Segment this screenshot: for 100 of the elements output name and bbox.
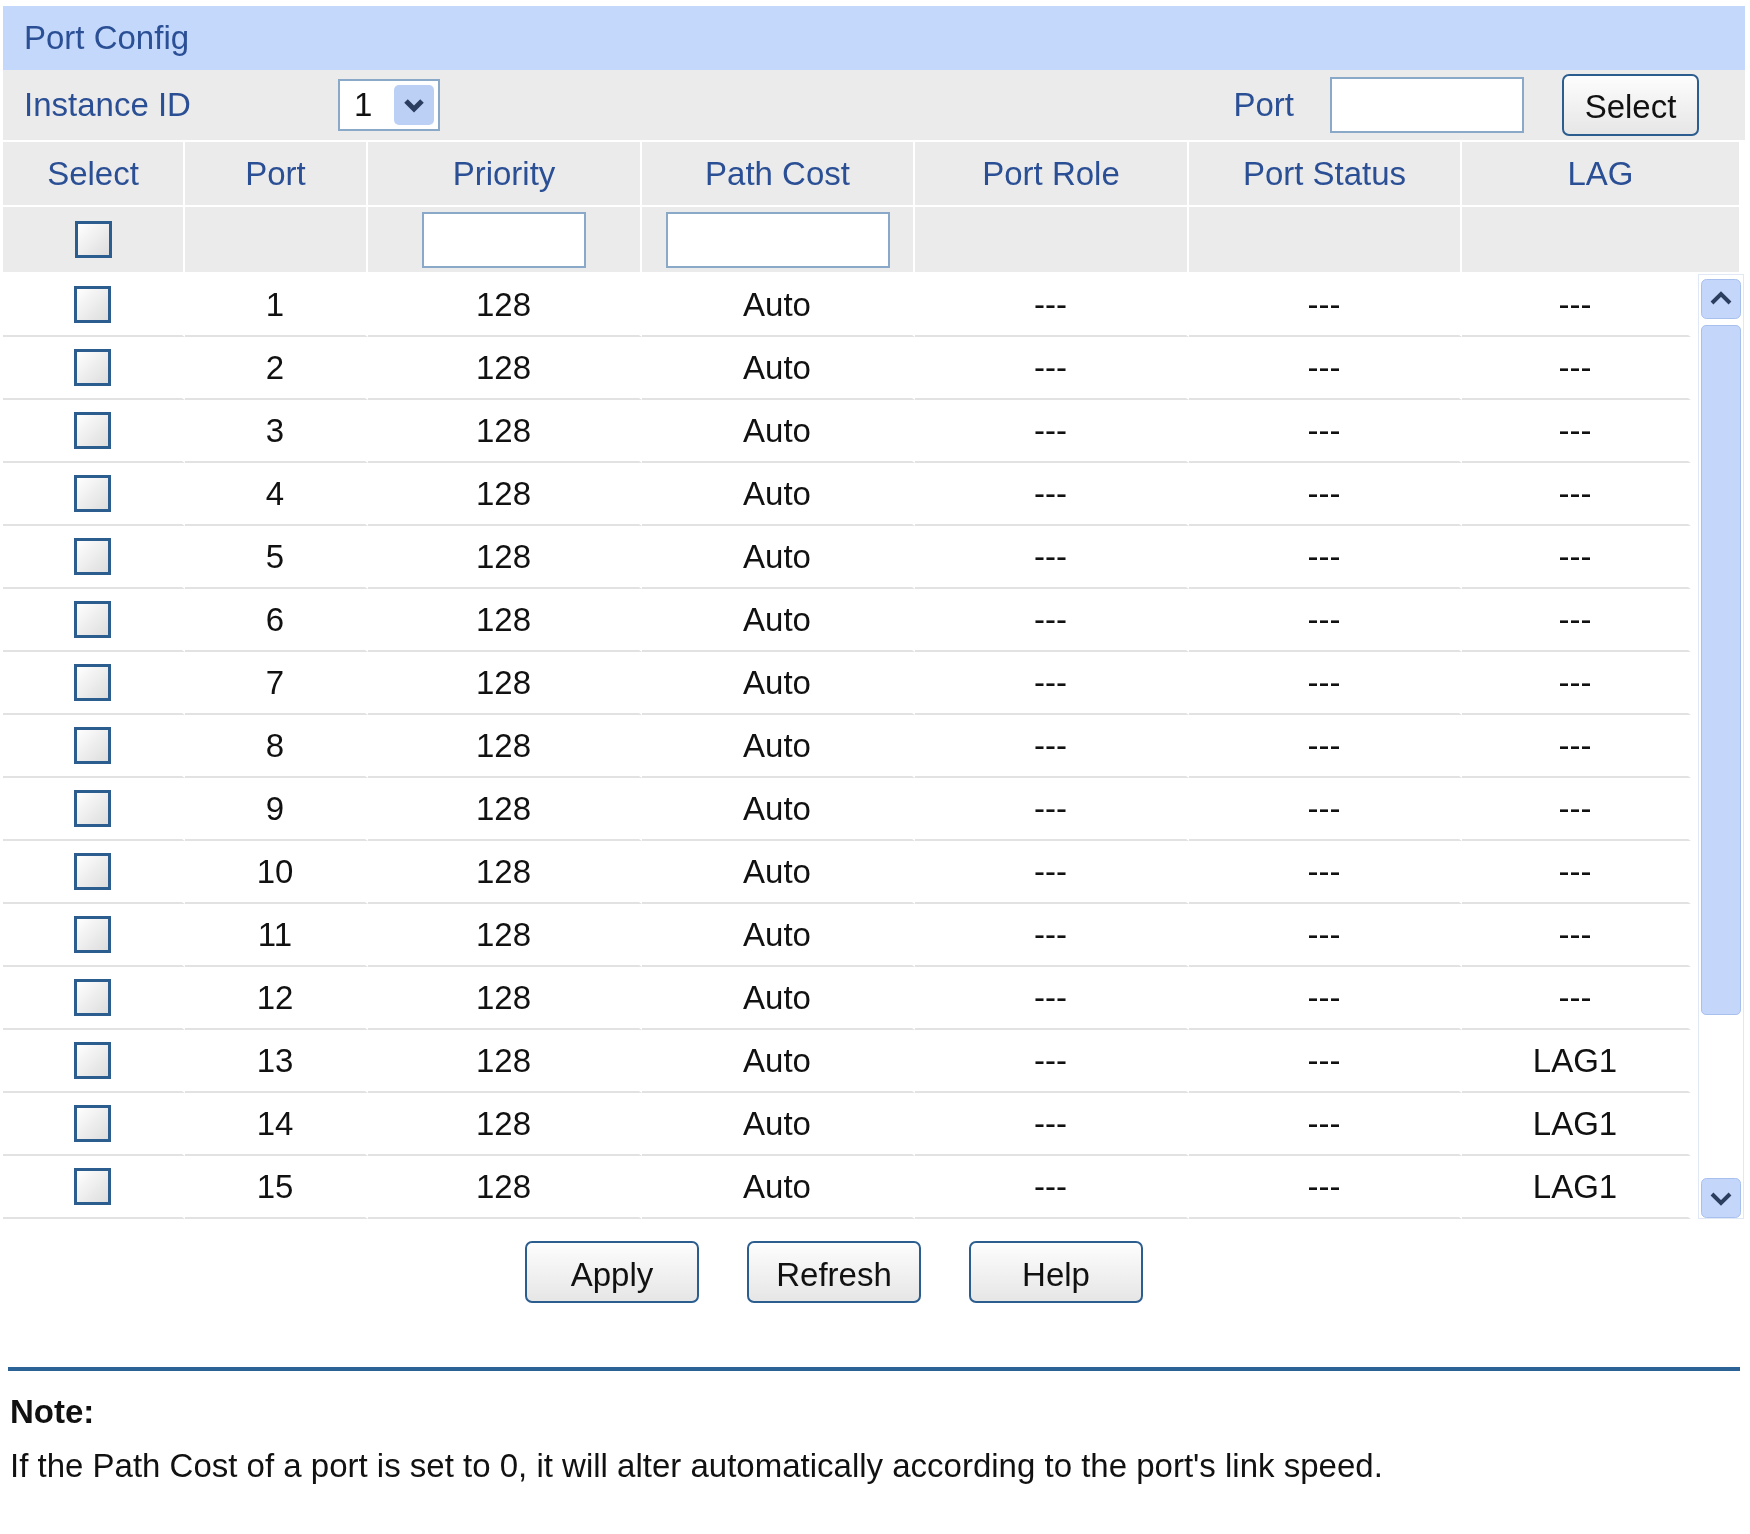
row-checkbox[interactable]	[74, 1105, 111, 1142]
action-button[interactable]: Apply	[525, 1241, 699, 1303]
table-cell: LAG1	[1532, 1167, 1618, 1206]
table-cell: Auto	[743, 1104, 811, 1143]
table-cell: 128	[475, 789, 532, 828]
table-cell: 128	[475, 1104, 532, 1143]
port-input-field[interactable]	[1330, 77, 1524, 133]
row-checkbox[interactable]	[74, 727, 111, 764]
table-cell: Auto	[743, 474, 811, 513]
table-cell: ---	[1034, 915, 1067, 954]
table-cell: 128	[475, 726, 532, 765]
table-cell: Auto	[743, 726, 811, 765]
instance-id-label: Instance ID	[24, 86, 192, 124]
table-cell: ---	[1307, 789, 1341, 828]
port-label: Port	[1233, 86, 1294, 124]
row-checkbox[interactable]	[74, 538, 111, 575]
table-cell: ---	[1034, 789, 1067, 828]
table-cell: ---	[1307, 1104, 1341, 1143]
scrollbar-thumb[interactable]	[1701, 325, 1741, 1015]
table-cell: Auto	[743, 663, 811, 702]
table-cell: Auto	[743, 285, 811, 324]
table-cell: 128	[475, 411, 532, 450]
table-cell: ---	[1034, 852, 1067, 891]
table-cell: 128	[475, 1041, 532, 1080]
table-cell: ---	[1307, 1041, 1341, 1080]
table-cell: Auto	[743, 915, 811, 954]
action-button[interactable]: Refresh	[747, 1241, 921, 1303]
column-header: Path Cost	[642, 142, 915, 207]
table-cell: 4	[265, 474, 285, 513]
vertical-scrollbar[interactable]	[1698, 274, 1744, 1219]
table-cell: ---	[1558, 537, 1592, 576]
table-cell: LAG1	[1532, 1104, 1618, 1143]
table-cell: ---	[1307, 600, 1341, 639]
table-cell: 1	[265, 285, 285, 324]
row-checkbox[interactable]	[74, 286, 111, 323]
table-cell: Auto	[743, 600, 811, 639]
table-cell: Auto	[743, 348, 811, 387]
table-cell: 128	[475, 600, 532, 639]
table-cell: ---	[1034, 1167, 1067, 1206]
select-button[interactable]: Select	[1562, 74, 1699, 136]
row-checkbox[interactable]	[74, 790, 111, 827]
table-cell: 128	[475, 852, 532, 891]
table-cell: ---	[1034, 663, 1067, 702]
column-header: Port Role	[915, 142, 1189, 207]
table-cell: 128	[475, 915, 532, 954]
row-checkbox[interactable]	[74, 664, 111, 701]
table-cell: ---	[1307, 537, 1341, 576]
table-cell: ---	[1307, 978, 1341, 1017]
table-cell: Auto	[743, 1167, 811, 1206]
table-cell: ---	[1034, 474, 1067, 513]
column-header: Port	[185, 142, 368, 207]
panel-title: Port Config	[24, 19, 190, 57]
table-cell: Auto	[743, 411, 811, 450]
column-header: LAG	[1462, 142, 1741, 207]
table-cell: ---	[1307, 663, 1341, 702]
row-checkbox[interactable]	[74, 601, 111, 638]
table-cell: 10	[256, 852, 294, 891]
table-cell: 9	[265, 789, 285, 828]
select-all-checkbox[interactable]	[74, 221, 112, 258]
row-checkbox[interactable]	[74, 979, 111, 1016]
row-checkbox[interactable]	[74, 349, 111, 386]
table-cell: ---	[1034, 285, 1067, 324]
table-cell: 14	[256, 1104, 294, 1143]
row-checkbox[interactable]	[74, 853, 111, 890]
action-button[interactable]: Help	[969, 1241, 1143, 1303]
row-checkbox[interactable]	[74, 475, 111, 512]
table-cell: ---	[1558, 411, 1592, 450]
scroll-up-icon[interactable]	[1701, 279, 1741, 319]
column-header: Priority	[368, 142, 642, 207]
column-header: Select	[3, 142, 185, 207]
table-cell: ---	[1034, 1104, 1067, 1143]
table-cell: 13	[256, 1041, 294, 1080]
table-cell: ---	[1558, 915, 1592, 954]
note-heading: Note:	[10, 1393, 96, 1431]
table-cell: 128	[475, 285, 532, 324]
table-cell: ---	[1558, 978, 1592, 1017]
instance-id-dropdown[interactable]: 1	[338, 79, 440, 131]
table-cell: 15	[256, 1167, 294, 1206]
table-cell: LAG1	[1532, 1041, 1618, 1080]
table-cell: 128	[475, 978, 532, 1017]
scroll-down-icon[interactable]	[1701, 1178, 1741, 1218]
table-cell: ---	[1307, 411, 1341, 450]
row-checkbox[interactable]	[74, 1042, 111, 1079]
path-cost-input-field[interactable]	[665, 211, 890, 268]
row-checkbox[interactable]	[74, 1168, 111, 1205]
table-cell: ---	[1558, 663, 1592, 702]
table-cell: Auto	[743, 537, 811, 576]
table-cell: ---	[1307, 726, 1341, 765]
table-cell: ---	[1307, 285, 1341, 324]
table-cell: 2	[265, 348, 285, 387]
row-checkbox[interactable]	[74, 412, 111, 449]
table-cell: ---	[1558, 474, 1592, 513]
row-checkbox[interactable]	[74, 916, 111, 953]
table-cell: Auto	[743, 1041, 811, 1080]
table-cell: 128	[475, 663, 532, 702]
table-cell: ---	[1558, 348, 1592, 387]
table-cell: ---	[1558, 600, 1592, 639]
priority-input-field[interactable]	[422, 211, 586, 268]
column-header: Port Status	[1189, 142, 1462, 207]
table-cell: ---	[1558, 852, 1592, 891]
